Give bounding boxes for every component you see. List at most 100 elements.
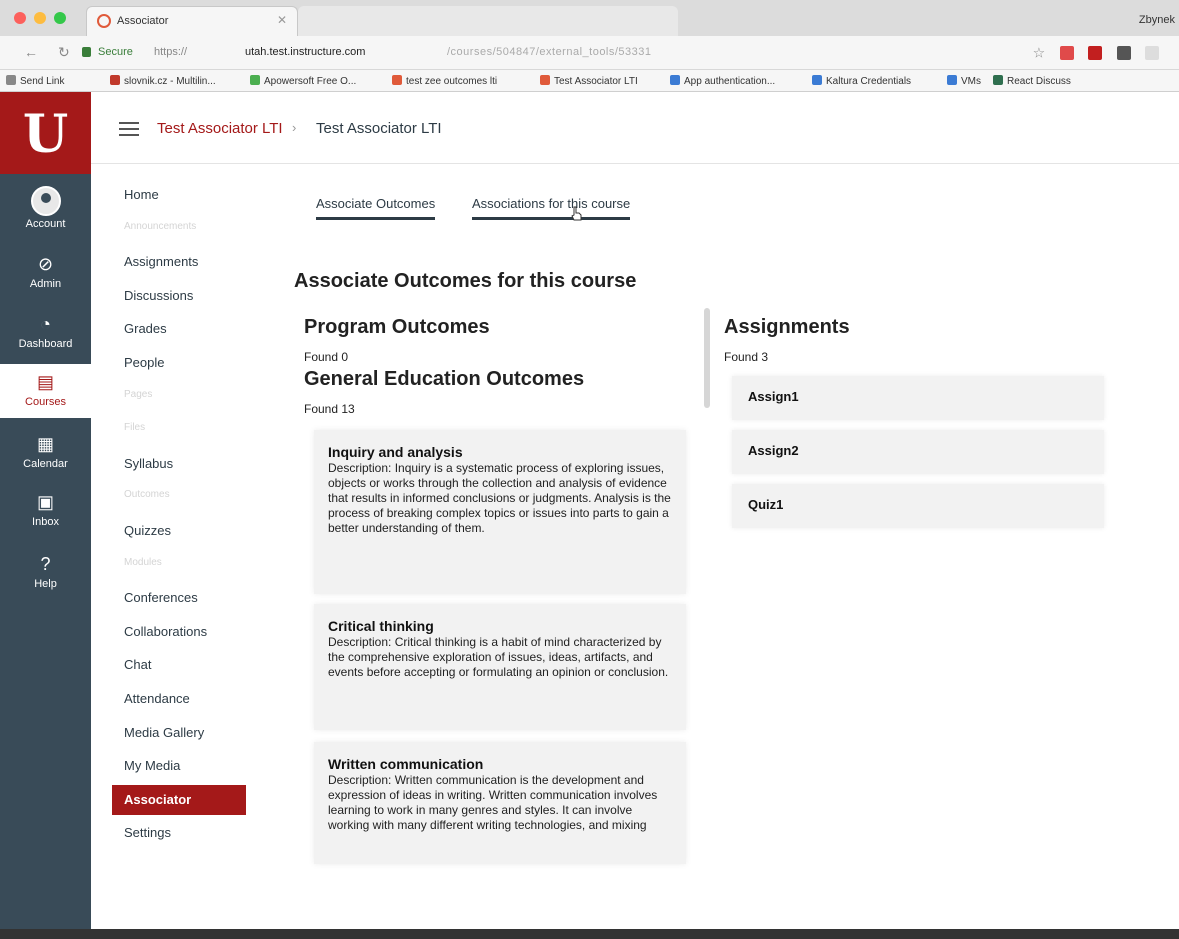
extension-red-icon[interactable]: [1088, 45, 1103, 60]
university-logo[interactable]: U: [0, 92, 91, 174]
bookmark-favicon-icon: [110, 75, 120, 85]
new-tab-area[interactable]: [298, 6, 678, 36]
outcome-title: Written communication: [328, 756, 484, 772]
bookmark-favicon-icon: [812, 75, 822, 85]
window-close-button[interactable]: [14, 12, 26, 24]
bookmark-item[interactable]: test zee outcomes lti: [392, 75, 497, 87]
outcome-title: Critical thinking: [328, 618, 434, 634]
dashboard-icon: ◔: [40, 314, 51, 334]
global-nav-label: Account: [25, 218, 66, 230]
course-nav-quizzes[interactable]: Quizzes: [112, 516, 246, 546]
bookmark-item[interactable]: Apowersoft Free O...: [250, 75, 356, 87]
window-maximize-button[interactable]: [54, 12, 66, 24]
window-minimize-button[interactable]: [34, 12, 46, 24]
course-nav-announcements[interactable]: Announcements: [112, 214, 246, 244]
bookmark-item[interactable]: Send Link: [6, 75, 64, 87]
course-nav-modules[interactable]: Modules: [112, 550, 246, 580]
hamburger-menu-icon[interactable]: [119, 122, 139, 136]
outcomes-scrollbar[interactable]: [704, 308, 710, 408]
breadcrumb-separator-icon: ›: [292, 120, 297, 135]
course-nav-people[interactable]: People: [112, 348, 246, 378]
bookmark-label: React Discuss: [1007, 76, 1071, 87]
assignment-card[interactable]: Assign2: [732, 430, 1104, 474]
course-nav-settings[interactable]: Settings: [112, 818, 246, 848]
course-nav-home[interactable]: Home: [112, 180, 246, 210]
bookmark-label: VMs: [961, 76, 981, 87]
outcome-card[interactable]: Critical thinking Description: Critical …: [314, 604, 686, 730]
inbox-icon: ▣: [36, 492, 54, 512]
bookmarks-bar: Send Link slovnik.cz - Multilin... Apowers…: [0, 70, 1179, 92]
assignment-card[interactable]: Quiz1: [732, 484, 1104, 528]
extension-dark-icon[interactable]: [1116, 45, 1131, 60]
breadcrumb-current-page: Test Associator LTI: [316, 120, 442, 137]
tab-associations-for-course[interactable]: Associations for this course: [472, 196, 631, 220]
bookmark-label: Send Link: [20, 76, 65, 87]
bookmark-item[interactable]: App authentication...: [670, 75, 775, 87]
bookmark-item[interactable]: React Discuss: [993, 75, 1071, 87]
outcome-description: Description: Written communication is th…: [328, 773, 658, 832]
course-nav-pages[interactable]: Pages: [112, 382, 246, 412]
outcome-card[interactable]: Written communication Description: Writt…: [314, 742, 686, 864]
course-nav-media-gallery[interactable]: Media Gallery: [112, 718, 246, 748]
extension-icons: ☆: [1033, 44, 1159, 60]
breadcrumb-course-link[interactable]: Test Associator LTI: [157, 120, 283, 137]
avatar-icon: [30, 186, 61, 216]
bookmark-label: slovnik.cz - Multilin...: [124, 76, 216, 87]
global-nav-dashboard[interactable]: ◔ Dashboard: [0, 306, 91, 360]
gen-ed-outcomes-count: Found 13: [304, 402, 355, 416]
course-nav-syllabus[interactable]: Syllabus: [112, 449, 246, 479]
assignments-heading: Assignments: [724, 316, 850, 338]
course-nav-chat[interactable]: Chat: [112, 650, 246, 680]
course-nav-assignments[interactable]: Assignments: [112, 247, 246, 277]
reload-icon[interactable]: ↻: [58, 44, 70, 61]
bookmark-favicon-icon: [250, 75, 260, 85]
global-nav-label: Admin: [29, 278, 62, 290]
bookmark-item[interactable]: VMs: [947, 75, 981, 87]
global-nav-calendar[interactable]: ▦ Calendar: [0, 426, 91, 480]
global-nav-label: Help: [34, 578, 57, 590]
course-nav-attendance[interactable]: Attendance: [112, 684, 246, 714]
url-scheme: https://: [154, 46, 188, 58]
window-bottom-edge: [0, 929, 1179, 939]
browser-tab-associator[interactable]: Associator ✕: [86, 6, 298, 36]
course-header: Test Associator LTI › Test Associator LT…: [91, 92, 1179, 164]
global-nav-account[interactable]: Account: [0, 180, 91, 238]
program-outcomes-count: Found 0: [304, 350, 349, 364]
global-nav-courses[interactable]: ▤ Courses: [0, 364, 91, 418]
outcome-card[interactable]: Inquiry and analysis Description: Inquir…: [314, 430, 686, 594]
course-nav-associator[interactable]: Associator: [112, 784, 246, 815]
course-nav-discussions[interactable]: Discussions: [112, 281, 246, 311]
bookmark-item[interactable]: slovnik.cz - Multilin...: [110, 75, 216, 87]
global-navigation: U Account ⊘ Admin ◔ Dashboard ▤ Courses ▦ Calend…: [0, 92, 91, 939]
assignment-card[interactable]: Assign1: [732, 376, 1104, 420]
tab-title: Associator: [117, 15, 169, 27]
tab-associate-outcomes[interactable]: Associate Outcomes: [316, 196, 436, 220]
calendar-icon: ▦: [36, 434, 54, 454]
courses-icon: ▤: [36, 372, 54, 392]
course-nav-collaborations[interactable]: Collaborations: [112, 617, 246, 647]
course-nav-grades[interactable]: Grades: [112, 314, 246, 344]
bookmark-item[interactable]: Test Associator LTI: [540, 75, 638, 87]
extension-mail-icon[interactable]: [1059, 45, 1074, 60]
address-bar[interactable]: Secure https:// utah.test.instructure.co…: [82, 42, 1022, 64]
course-nav-my-media[interactable]: My Media: [112, 751, 246, 781]
extension-menu-icon[interactable]: [1145, 45, 1159, 60]
course-nav-conferences[interactable]: Conferences: [112, 583, 246, 613]
course-nav-files[interactable]: Files: [112, 415, 246, 445]
browser-toolbar: ← ↻ Secure https:// utah.test.instructur…: [0, 36, 1179, 70]
bookmark-item[interactable]: Kaltura Credentials: [812, 75, 911, 87]
course-nav-outcomes[interactable]: Outcomes: [112, 482, 246, 512]
global-nav-label: Calendar: [23, 458, 68, 470]
global-nav-help[interactable]: ? Help: [0, 546, 91, 600]
global-nav-admin[interactable]: ⊘ Admin: [0, 246, 91, 300]
bookmark-favicon-icon: [392, 75, 402, 85]
back-arrow-icon[interactable]: ←: [24, 44, 38, 60]
profile-name[interactable]: Zbynek: [1139, 14, 1175, 26]
bookmark-star-icon[interactable]: ☆: [1033, 44, 1046, 60]
bookmark-favicon-icon: [6, 75, 16, 85]
global-nav-inbox[interactable]: ▣ Inbox: [0, 484, 91, 538]
tab-close-icon[interactable]: ✕: [277, 13, 287, 27]
help-icon: ?: [40, 554, 51, 574]
bookmark-label: App authentication...: [684, 76, 776, 87]
bookmark-label: Apowersoft Free O...: [264, 76, 357, 87]
